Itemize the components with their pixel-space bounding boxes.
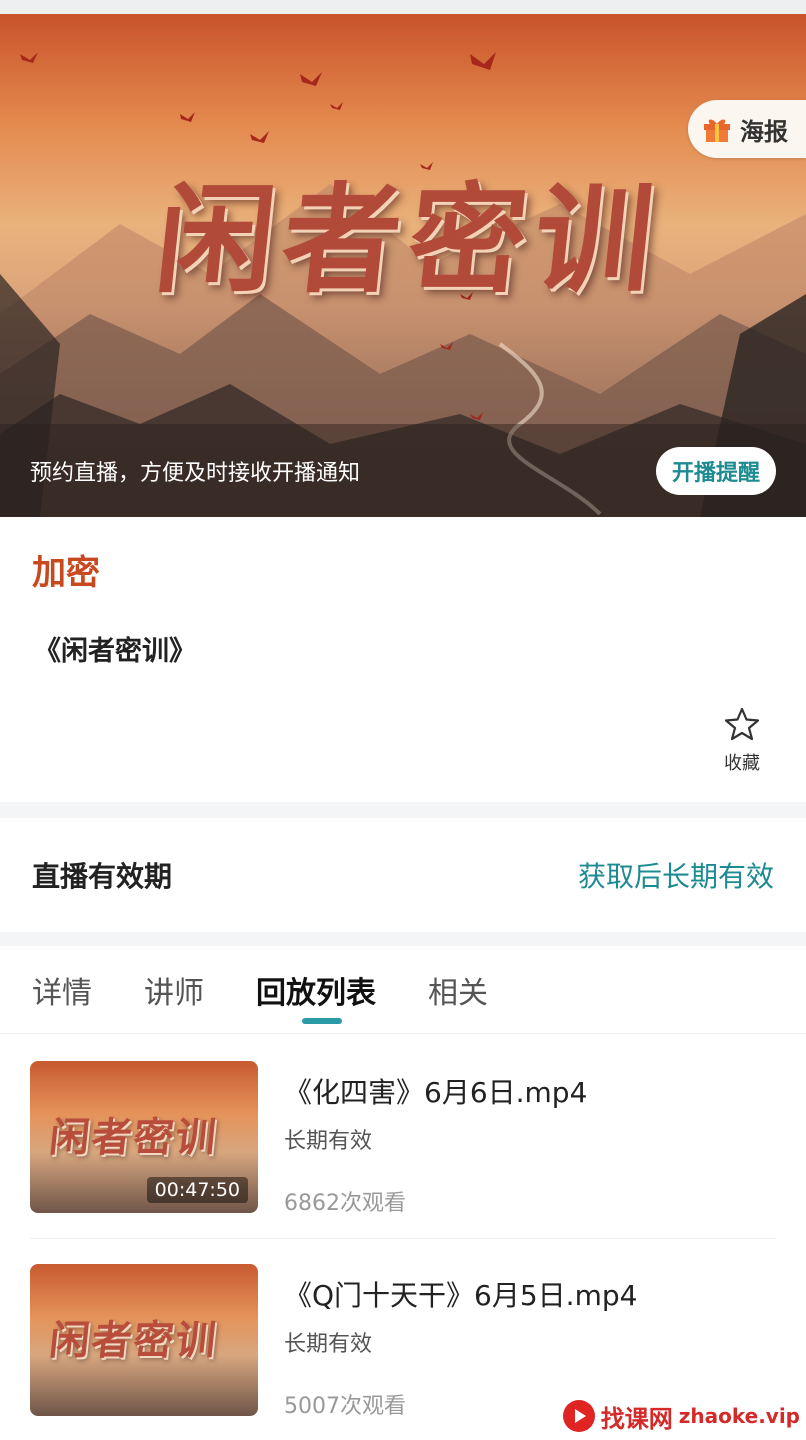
list-item[interactable]: 闲者密训 《Q门十天干》6月5日.mp4 长期有效 5007次观看 [30, 1264, 776, 1419]
tab-replay-list[interactable]: 回放列表 [256, 968, 376, 1024]
live-remind-button[interactable]: 开播提醒 [655, 446, 776, 495]
tab-related[interactable]: 相关 [428, 968, 488, 1012]
cover-banner: 闲者密训 海报 预约直播，方便及时接收开播通知 开播提醒 [0, 14, 806, 517]
video-views: 6862次观看 [284, 1191, 406, 1216]
thumbnail-title: 闲者密训 [47, 1317, 221, 1364]
gift-icon [702, 115, 732, 143]
video-validity: 长期有效 [284, 1332, 373, 1357]
poster-button[interactable]: 海报 [688, 100, 806, 158]
play-logo-icon [562, 1400, 595, 1432]
video-title: 《Q门十天干》6月5日.mp4 [284, 1279, 638, 1312]
video-thumbnail: 闲者密训 [30, 1264, 258, 1416]
video-validity: 长期有效 [284, 1129, 373, 1154]
favorite-button[interactable]: 收藏 [718, 707, 766, 775]
video-duration: 00:47:50 [146, 1177, 248, 1203]
validity-value: 获取后长期有效 [577, 860, 774, 893]
watermark-cn: 找课网 [600, 1404, 673, 1433]
validity-row: 直播有效期 获取后长期有效 [0, 818, 806, 932]
site-watermark: 找课网 zhaoke.vip [562, 1398, 800, 1434]
notice-text: 预约直播，方便及时接收开播通知 [30, 460, 361, 486]
live-notice-bar: 预约直播，方便及时接收开播通知 开播提醒 [0, 424, 806, 517]
video-thumbnail: 闲者密训 00:47:50 [30, 1061, 258, 1213]
tab-bar: 详情 讲师 回放列表 相关 [0, 946, 806, 1034]
tab-replay-label: 回放列表 [256, 975, 376, 1011]
star-icon [724, 707, 760, 741]
video-meta: 《化四害》6月6日.mp4 长期有效 6862次观看 [284, 1071, 587, 1217]
list-divider [30, 1238, 776, 1239]
encrypted-tag: 加密 [32, 553, 100, 593]
active-tab-indicator [302, 1017, 342, 1024]
validity-label: 直播有效期 [32, 860, 173, 893]
thumbnail-title: 闲者密训 [47, 1114, 221, 1161]
status-strip [0, 0, 806, 14]
tab-details[interactable]: 详情 [32, 968, 92, 1012]
poster-label: 海报 [740, 117, 788, 146]
watermark-en: zhaoke.vip [678, 1404, 800, 1428]
course-info-card: 加密 《闲者密训》 收藏 [0, 517, 806, 802]
video-title: 《化四害》6月6日.mp4 [284, 1076, 588, 1109]
list-item[interactable]: 闲者密训 00:47:50 《化四害》6月6日.mp4 长期有效 6862次观看 [30, 1061, 776, 1216]
favorite-label: 收藏 [724, 753, 760, 774]
tab-lecturer[interactable]: 讲师 [144, 968, 204, 1012]
banner-title: 闲者密训 [149, 170, 669, 309]
course-title: 《闲者密训》 [34, 636, 196, 667]
